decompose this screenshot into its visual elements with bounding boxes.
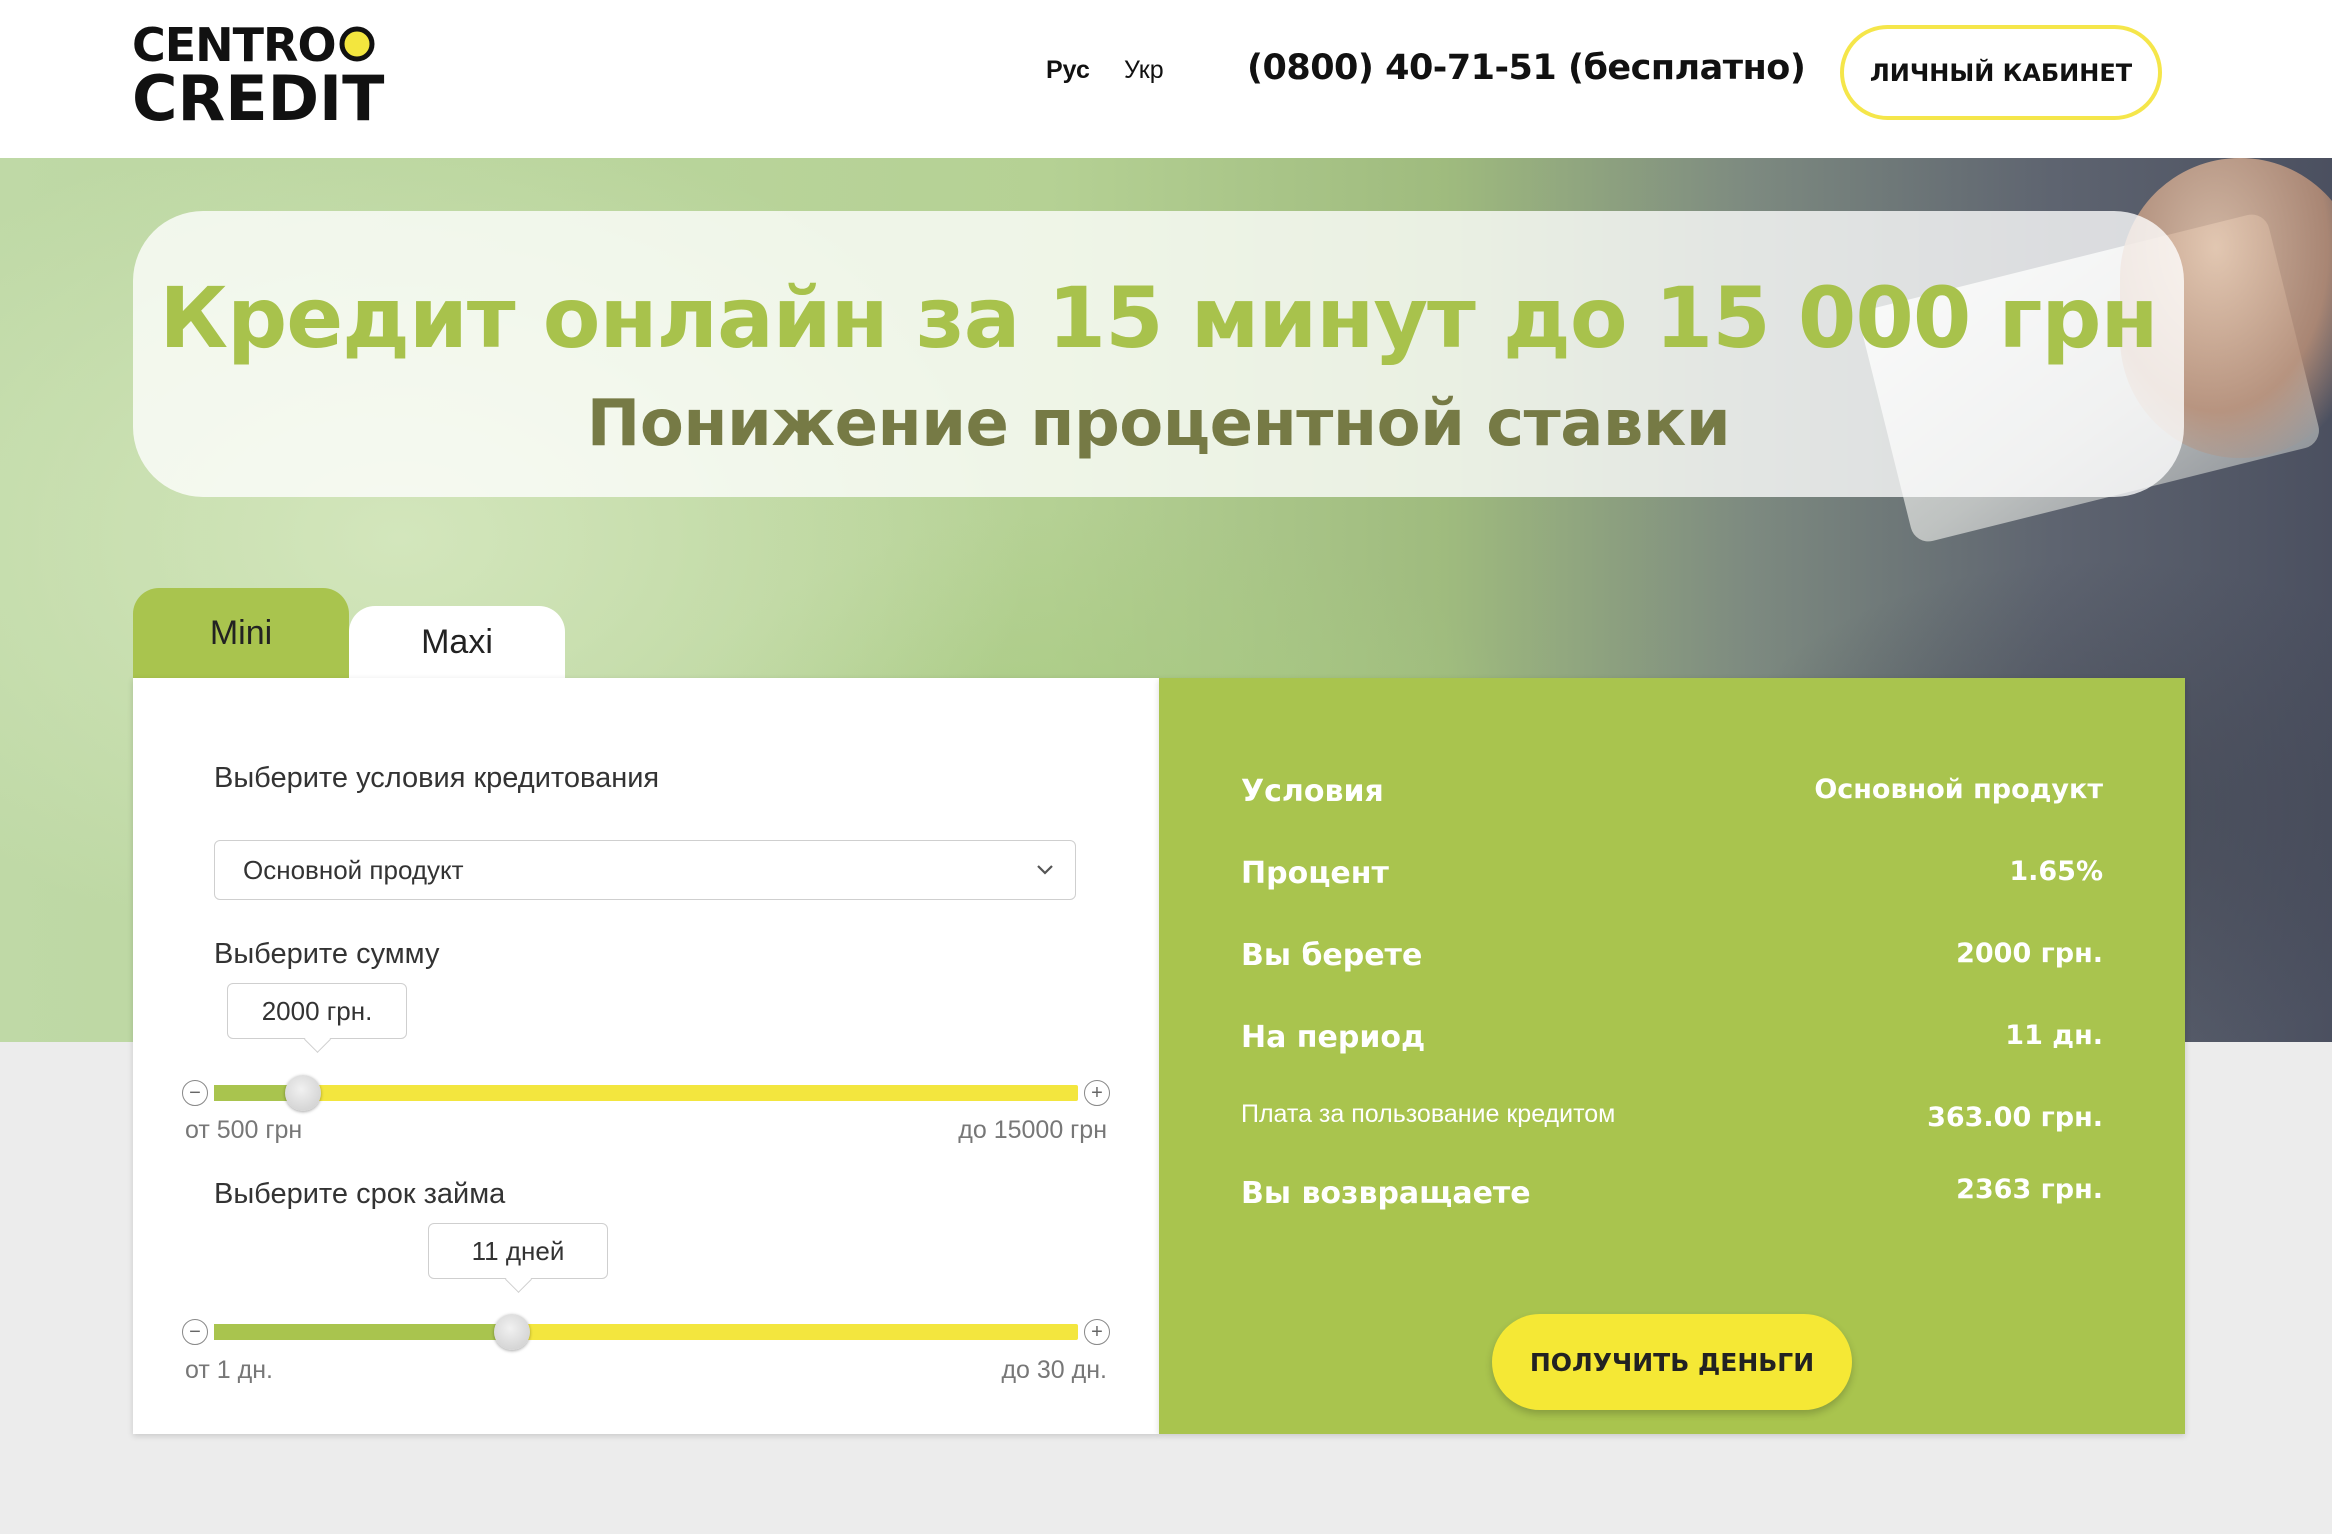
- term-value-tooltip: 11 дней: [428, 1223, 608, 1279]
- conditions-label: Выберите условия кредитования: [214, 762, 660, 794]
- summary-amount-value: 2000 грн.: [1956, 938, 2103, 969]
- summary-conditions-label: Условия: [1241, 774, 1384, 809]
- centro-credit-logo[interactable]: CENTRO CREDIT: [132, 22, 384, 130]
- chevron-down-icon: [1037, 865, 1053, 875]
- term-increase-button[interactable]: +: [1084, 1319, 1110, 1345]
- term-min-label: от 1 дн.: [185, 1356, 273, 1384]
- summary-percent-label: Процент: [1241, 856, 1389, 891]
- hero-banner: Кредит онлайн за 15 минут до 15 000 грн …: [133, 211, 2184, 497]
- summary-return-label: Вы возвращаете: [1241, 1176, 1531, 1211]
- amount-max-label: до 15000 грн: [958, 1116, 1107, 1144]
- amount-min-label: от 500 грн: [185, 1116, 303, 1144]
- tab-mini[interactable]: Mini: [133, 588, 349, 678]
- summary-conditions-value: Основной продукт: [1814, 774, 2103, 805]
- amount-value-tooltip: 2000 грн.: [227, 983, 407, 1039]
- logo-text-credit: CREDIT: [132, 62, 385, 135]
- summary-return-value: 2363 грн.: [1956, 1174, 2103, 1205]
- loan-calculator-form: Выберите условия кредитования Основной п…: [133, 678, 1159, 1434]
- product-select[interactable]: Основной продукт: [214, 840, 1076, 900]
- amount-slider-track[interactable]: [214, 1075, 1078, 1111]
- term-slider-fill: [214, 1324, 512, 1340]
- amount-slider-handle[interactable]: [285, 1075, 321, 1111]
- term-label: Выберите срок займа: [214, 1178, 506, 1210]
- phone-number[interactable]: (0800) 40-71-51 (бесплатно): [1247, 48, 1806, 88]
- lang-ru-link[interactable]: Рус: [1046, 56, 1090, 85]
- hero-subtitle: Понижение процентной ставки: [586, 387, 1731, 461]
- loan-summary-panel: Условия Основной продукт Процент 1.65% В…: [1159, 678, 2185, 1434]
- summary-period-label: На период: [1241, 1020, 1426, 1055]
- hero-title: Кредит онлайн за 15 минут до 15 000 грн: [159, 269, 2158, 367]
- product-select-value: Основной продукт: [243, 855, 464, 885]
- tab-maxi[interactable]: Maxi: [349, 606, 565, 678]
- summary-percent-value: 1.65%: [2009, 856, 2103, 887]
- lang-ua-link[interactable]: Укр: [1124, 56, 1164, 85]
- amount-decrease-button[interactable]: −: [182, 1080, 208, 1106]
- term-max-label: до 30 дн.: [1001, 1356, 1107, 1384]
- personal-cabinet-button[interactable]: ЛИЧНЫЙ КАБИНЕТ: [1840, 25, 2162, 120]
- term-slider-track[interactable]: [214, 1314, 1078, 1350]
- summary-fee-value: 363.00 грн.: [1927, 1102, 2103, 1133]
- amount-increase-button[interactable]: +: [1084, 1080, 1110, 1106]
- site-header: CENTRO CREDIT Рус Укр (0800) 40-71-51 (б…: [0, 0, 2332, 158]
- term-decrease-button[interactable]: −: [182, 1319, 208, 1345]
- get-money-button[interactable]: ПОЛУЧИТЬ ДЕНЬГИ: [1492, 1314, 1852, 1410]
- summary-fee-label: Плата за пользование кредитом: [1241, 1100, 1616, 1128]
- summary-period-value: 11 дн.: [2005, 1020, 2103, 1051]
- amount-label: Выберите сумму: [214, 938, 440, 970]
- summary-amount-label: Вы берете: [1241, 938, 1423, 973]
- term-slider-handle[interactable]: [494, 1314, 530, 1350]
- logo-dot-icon: [339, 26, 375, 62]
